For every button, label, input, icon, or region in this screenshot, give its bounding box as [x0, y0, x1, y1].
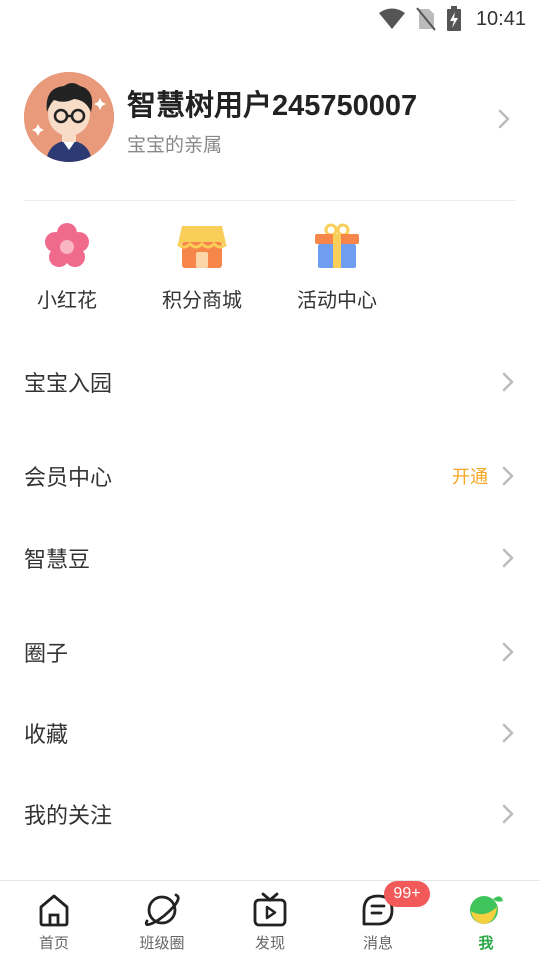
tab-label: 班级圈 — [139, 934, 185, 952]
home-icon — [39, 894, 69, 927]
chevron-right-icon — [502, 723, 514, 743]
quick-action-label: 活动中心 — [297, 288, 377, 312]
tv-icon — [253, 892, 287, 927]
planet-icon — [144, 893, 180, 926]
tab-label: 我 — [478, 934, 494, 952]
menu-item-circle[interactable]: 圈子 — [24, 624, 516, 680]
battery-charging-icon — [446, 6, 461, 31]
shop-icon — [176, 226, 228, 268]
avatar[interactable] — [24, 72, 114, 162]
flower-icon — [45, 223, 89, 267]
quick-action-gift[interactable]: 活动中心 — [277, 220, 397, 313]
tab-discover[interactable]: 发现 — [216, 891, 324, 953]
menu-item-member-center[interactable]: 会员中心 开通 — [24, 448, 516, 504]
username: 智慧树用户245750007 — [127, 90, 418, 122]
no-sim-icon — [416, 7, 436, 31]
tab-label: 发现 — [254, 934, 285, 952]
quick-action-flower[interactable]: 小红花 — [7, 220, 127, 313]
menu-item-label: 收藏 — [24, 723, 69, 748]
gift-icon — [315, 223, 359, 268]
chevron-right-icon — [502, 372, 514, 392]
quick-actions: 小红花 积分商城 活动中心 — [0, 220, 540, 320]
menu-item-label: 智慧豆 — [24, 548, 91, 573]
divider — [24, 200, 516, 201]
menu-item-wisdom-beans[interactable]: 智慧豆 — [24, 530, 516, 586]
menu-item-baby-enroll[interactable]: 宝宝入园 — [24, 354, 516, 410]
menu-item-favorites[interactable]: 收藏 — [24, 705, 516, 761]
chevron-right-icon — [502, 466, 514, 486]
wifi-icon — [378, 8, 405, 29]
me-leaf-icon — [470, 896, 503, 924]
menu-item-label: 会员中心 — [24, 466, 113, 491]
bottom-tab-bar: 首页 班级圈 发现 消息 我 99+ — [0, 880, 540, 960]
quick-action-shop[interactable]: 积分商城 — [142, 220, 262, 313]
status-time: 10:41 — [475, 7, 526, 30]
chevron-right-icon — [502, 804, 514, 824]
user-role: 宝宝的亲属 — [127, 134, 223, 156]
menu-item-label: 宝宝入园 — [24, 372, 113, 397]
chevron-right-icon — [502, 548, 514, 568]
tab-me[interactable]: 我 — [432, 891, 540, 953]
menu-item-label: 我的关注 — [24, 804, 113, 829]
messages-badge: 99+ — [384, 881, 430, 907]
menu-item-label: 圈子 — [24, 642, 69, 667]
profile-header[interactable]: 智慧树用户245750007 宝宝的亲属 — [24, 72, 516, 164]
tab-label: 消息 — [362, 934, 393, 952]
tab-class-circle[interactable]: 班级圈 — [108, 891, 216, 953]
status-bar: 10:41 — [0, 0, 540, 36]
member-open-label[interactable]: 开通 — [452, 463, 488, 489]
tab-label: 首页 — [38, 934, 69, 952]
chevron-right-icon — [502, 642, 514, 662]
menu-item-following[interactable]: 我的关注 — [24, 786, 516, 842]
quick-action-label: 小红花 — [37, 288, 97, 312]
quick-action-label: 积分商城 — [162, 288, 242, 312]
chevron-right-icon[interactable] — [496, 108, 512, 130]
tab-home[interactable]: 首页 — [0, 891, 108, 953]
